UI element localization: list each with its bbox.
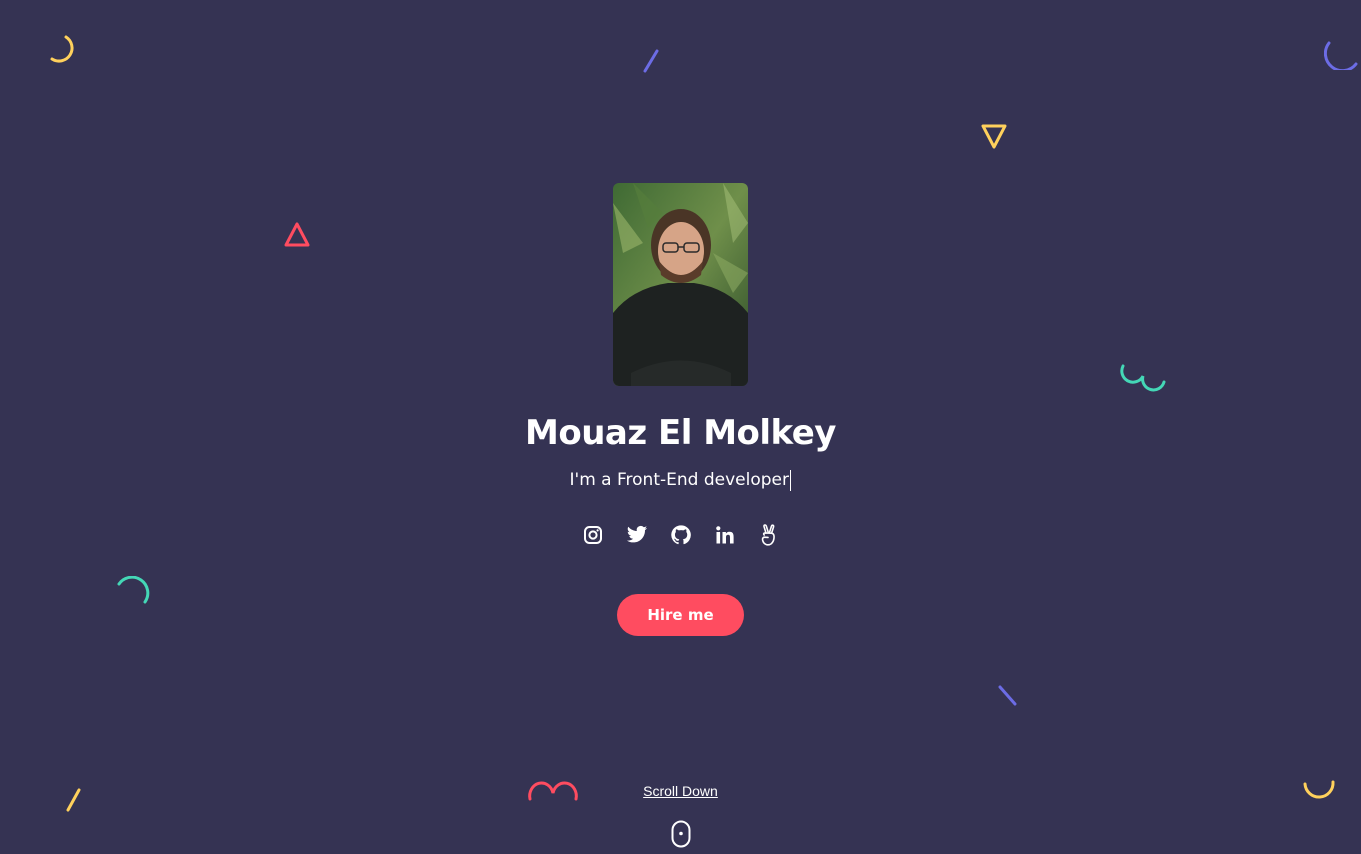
- typing-cursor: [789, 469, 792, 491]
- linkedin-icon: [715, 526, 734, 544]
- twitter-icon: [626, 525, 647, 543]
- tagline-text: I'm a Front-End developer: [569, 470, 789, 490]
- github-icon: [670, 525, 691, 545]
- decorative-line: [998, 685, 1017, 706]
- hire-me-button[interactable]: Hire me: [617, 594, 744, 636]
- profile-tagline: I'm a Front-End developer: [570, 468, 792, 492]
- instagram-link[interactable]: [582, 524, 604, 546]
- page-stage: Mouaz El Molkey I'm a Front-End develope…: [0, 0, 1361, 854]
- github-link[interactable]: [670, 524, 692, 546]
- decorative-triangle: [981, 124, 1007, 149]
- instagram-icon: [583, 526, 602, 544]
- scroll-down-link[interactable]: Scroll Down: [643, 783, 718, 799]
- decorative-arc: [50, 35, 74, 63]
- twitter-link[interactable]: [626, 524, 648, 546]
- linkedin-link[interactable]: [714, 524, 736, 546]
- angellist-icon: [761, 524, 775, 546]
- hero-section: Mouaz El Molkey I'm a Front-End develope…: [0, 183, 1361, 636]
- decorative-arc: [1324, 41, 1358, 70]
- decorative-line: [643, 49, 659, 73]
- profile-name: Mouaz El Molkey: [525, 413, 836, 453]
- scroll-down-section: Scroll Down: [0, 783, 1361, 848]
- profile-photo: [613, 183, 748, 386]
- mouse-icon[interactable]: [671, 820, 691, 848]
- angellist-link[interactable]: [758, 524, 780, 546]
- social-links: [582, 524, 780, 546]
